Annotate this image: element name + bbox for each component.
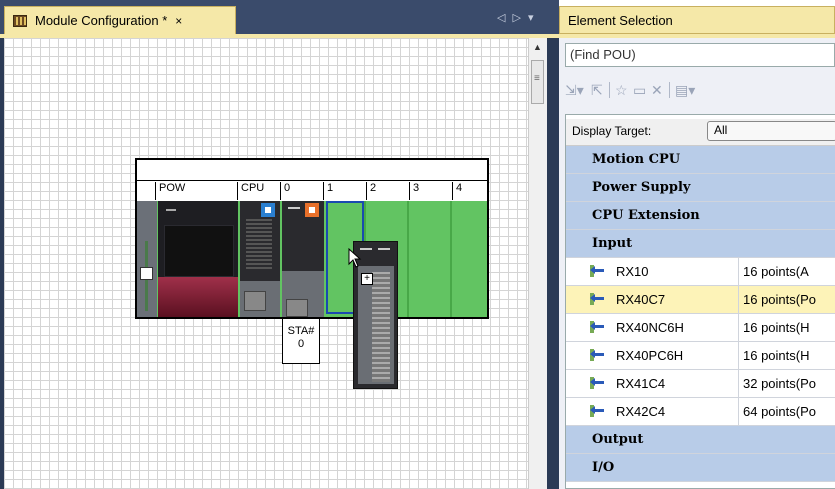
category-label: Motion CPU xyxy=(592,152,681,167)
list-item[interactable]: RX10 16 points(A xyxy=(566,258,835,286)
category-label: I/O xyxy=(592,460,615,475)
element-list: Display Target: All Motion CPU Power Sup… xyxy=(565,114,835,489)
ethernet-port-icon xyxy=(286,299,308,317)
input-module-icon xyxy=(590,349,606,361)
ethernet-port-icon xyxy=(244,291,266,311)
list-item[interactable]: RX41C4 32 points(Po xyxy=(566,370,835,398)
list-item[interactable]: RX40PC6H 16 points(H xyxy=(566,342,835,370)
drag-copy-icon: + xyxy=(361,273,373,285)
folder-icon[interactable]: ▭ xyxy=(633,82,646,99)
slot-label-1: 1 xyxy=(323,182,366,200)
category-label: Input xyxy=(592,236,633,251)
item-name: RX10 xyxy=(616,264,649,279)
power-supply-module[interactable] xyxy=(158,201,238,317)
cpu-status-icon xyxy=(261,203,275,217)
expand-icon[interactable]: ⇲▾ xyxy=(565,82,584,99)
slot-label-2: 2 xyxy=(366,182,409,200)
slot-label-cpu: CPU xyxy=(237,182,280,200)
category-output[interactable]: Output xyxy=(566,426,835,454)
item-name: RX42C4 xyxy=(616,404,666,419)
slot-label-0: 0 xyxy=(280,182,323,200)
category-power-supply[interactable]: Power Supply xyxy=(566,174,835,202)
station-number: 0 xyxy=(297,338,305,350)
tab-title: Module Configuration * xyxy=(35,13,168,28)
item-description: 16 points(H xyxy=(743,348,810,363)
slot-label-row: POW CPU 0 1 2 3 4 xyxy=(137,180,487,202)
close-icon[interactable]: × xyxy=(175,14,182,28)
base-rack xyxy=(137,201,487,317)
display-icon[interactable]: ▤▾ xyxy=(675,82,695,99)
category-io[interactable]: I/O xyxy=(566,454,835,482)
category-cpu-extension[interactable]: CPU Extension xyxy=(566,202,835,230)
list-item-selected[interactable]: RX40C7 16 points(Po xyxy=(566,286,835,314)
module-configuration-icon xyxy=(13,14,29,28)
input-module-icon xyxy=(590,405,606,417)
item-description: 16 points(A xyxy=(743,264,809,279)
terminal-block xyxy=(372,272,390,382)
category-label: CPU Extension xyxy=(592,208,700,223)
panel-title: Element Selection xyxy=(559,6,835,34)
display-target-bar: Display Target: All xyxy=(566,119,835,146)
document-tab-bar: Module Configuration * × ◁ ▷ ▾ xyxy=(0,0,559,38)
base-left-end xyxy=(137,201,157,317)
item-description: 16 points(Po xyxy=(743,292,816,307)
category-label: Power Supply xyxy=(592,180,691,195)
input-module-icon xyxy=(590,321,606,333)
category-label: Output xyxy=(592,432,644,447)
display-target-select[interactable]: All xyxy=(707,121,835,141)
slot-0-module[interactable] xyxy=(282,201,324,317)
list-item[interactable]: RX40NC6H 16 points(H xyxy=(566,314,835,342)
item-name: RX40C7 xyxy=(616,292,666,307)
delete-icon[interactable]: ✕ xyxy=(651,82,663,99)
display-target-label: Display Target: xyxy=(572,124,652,138)
item-name: RX40PC6H xyxy=(616,348,684,363)
station-label-text: STA# xyxy=(287,325,315,337)
favorite-icon[interactable]: ☆ xyxy=(615,82,628,99)
input-module-icon xyxy=(590,265,606,277)
slot-label-pow: POW xyxy=(155,182,237,200)
item-name: RX41C4 xyxy=(616,376,666,391)
item-description: 32 points(Po xyxy=(743,376,816,391)
item-description: 64 points(Po xyxy=(743,404,816,419)
panel-toolbar: ⇲▾ ⇱ ☆ ▭ ✕ ▤▾ xyxy=(565,78,835,102)
scroll-up-icon[interactable]: ▲ xyxy=(533,42,542,52)
collapse-icon[interactable]: ⇱ xyxy=(591,82,603,99)
item-name: RX40NC6H xyxy=(616,320,684,335)
base-connector-icon[interactable] xyxy=(140,267,153,280)
category-input[interactable]: Input xyxy=(566,230,835,258)
category-motion-cpu[interactable]: Motion CPU xyxy=(566,146,835,174)
canvas-vertical-scrollbar[interactable]: ▲ xyxy=(528,38,548,489)
panel-body: (Find POU) ⇲▾ ⇱ ☆ ▭ ✕ ▤▾ Display Target:… xyxy=(559,38,835,489)
list-item[interactable]: RX42C4 64 points(Po xyxy=(566,398,835,426)
base-unit[interactable]: POW CPU 0 1 2 3 4 xyxy=(135,158,489,319)
tab-navigation-arrows[interactable]: ◁ ▷ ▾ xyxy=(497,11,536,24)
item-description: 16 points(H xyxy=(743,320,810,335)
module-configuration-canvas[interactable]: POW CPU 0 1 2 3 4 STA# 0 + xyxy=(4,38,528,489)
station-label: STA# 0 xyxy=(282,318,320,364)
mouse-cursor-icon xyxy=(348,248,362,268)
module-status-icon xyxy=(305,203,319,217)
input-module-icon xyxy=(590,377,606,389)
slot-label-4: 4 xyxy=(452,182,487,200)
find-pou-input[interactable]: (Find POU) xyxy=(565,43,835,67)
cpu-module[interactable] xyxy=(240,201,280,317)
tab-module-configuration[interactable]: Module Configuration * × xyxy=(4,6,236,34)
slot-label-3: 3 xyxy=(409,182,452,200)
scroll-thumb[interactable] xyxy=(531,60,544,104)
element-selection-panel: Element Selection (Find POU) ⇲▾ ⇱ ☆ ▭ ✕ … xyxy=(559,0,835,489)
pane-splitter[interactable] xyxy=(547,38,559,489)
input-module-icon xyxy=(590,293,606,305)
